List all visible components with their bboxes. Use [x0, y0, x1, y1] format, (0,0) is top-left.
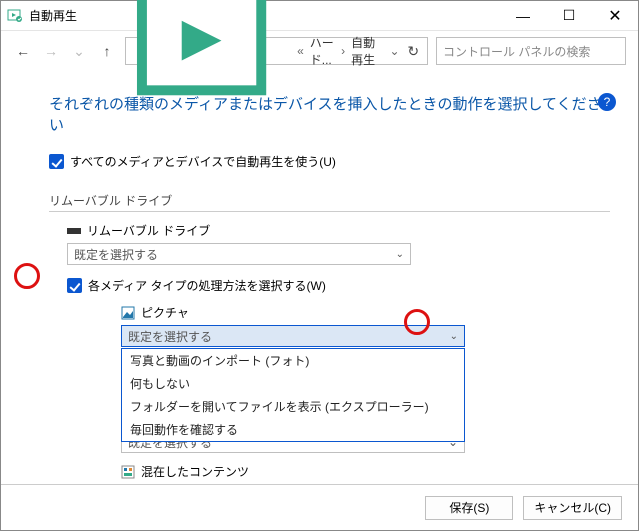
- pictures-dropdown[interactable]: 既定を選択する ⌄: [121, 325, 465, 347]
- checkbox-each-media-label: 各メディア タイプの処理方法を選択する(W): [88, 277, 326, 294]
- page-heading: それぞれの種類のメディアまたはデバイスを挿入したときの動作を選択してください: [49, 93, 610, 135]
- up-button[interactable]: ↑: [97, 43, 117, 59]
- address-bar[interactable]: « ハード... › 自動再生 ⌄ ↻: [125, 37, 428, 65]
- save-button[interactable]: 保存(S): [425, 496, 513, 520]
- dropdown-value: 既定を選択する: [74, 246, 158, 263]
- back-button[interactable]: ←: [13, 43, 33, 59]
- search-input[interactable]: コントロール パネルの検索: [436, 37, 626, 65]
- window-title: 自動再生: [29, 7, 77, 24]
- annotation-circle: [14, 263, 40, 289]
- crumb-hardware[interactable]: ハード...: [310, 34, 335, 68]
- crumb-sep: «: [297, 44, 304, 58]
- section-removable-title: リムーバブル ドライブ: [49, 192, 610, 209]
- checkbox-checkmark-icon: [67, 278, 82, 293]
- checkbox-checkmark-icon: [49, 154, 64, 169]
- minimize-button[interactable]: —: [500, 1, 546, 31]
- refresh-button[interactable]: ↻: [406, 43, 421, 60]
- checkbox-use-all[interactable]: すべてのメディアとデバイスで自動再生を使う(U): [49, 153, 610, 170]
- content-area: ? それぞれの種類のメディアまたはデバイスを挿入したときの動作を選択してください…: [1, 71, 638, 484]
- option-open-folder[interactable]: フォルダーを開いてファイルを表示 (エクスプローラー): [122, 395, 464, 418]
- toolbar: ← → ⌄ ↑ « ハード... › 自動再生 ⌄ ↻ コントロール パネルの検…: [1, 31, 638, 71]
- maximize-button[interactable]: ☐: [546, 1, 592, 31]
- option-do-nothing[interactable]: 何もしない: [122, 372, 464, 395]
- dropdown-value: 既定を選択する: [128, 328, 212, 345]
- picture-icon: [121, 306, 135, 320]
- chevron-down-icon: ⌄: [396, 249, 404, 260]
- mixed-content-icon: [121, 465, 135, 479]
- option-ask-every-time[interactable]: 毎回動作を確認する: [122, 418, 464, 441]
- removable-drive-label: リムーバブル ドライブ: [67, 222, 610, 239]
- crumb-autoplay[interactable]: 自動再生: [351, 34, 377, 68]
- drive-icon: [67, 228, 81, 234]
- crumb-sep: ›: [341, 44, 345, 58]
- autoplay-icon: [7, 8, 23, 24]
- titlebar: 自動再生 — ☐ ✕: [1, 1, 638, 31]
- close-button[interactable]: ✕: [592, 1, 638, 31]
- checkbox-each-media[interactable]: 各メディア タイプの処理方法を選択する(W): [67, 277, 610, 294]
- chevron-down-icon: ⌄: [450, 331, 458, 342]
- forward-button[interactable]: →: [41, 43, 61, 59]
- media-mixed-label: 混在したコンテンツ: [121, 463, 610, 480]
- cancel-button[interactable]: キャンセル(C): [523, 496, 622, 520]
- removable-drive-dropdown[interactable]: 既定を選択する ⌄: [67, 243, 411, 265]
- divider: [49, 211, 610, 212]
- footer: 保存(S) キャンセル(C): [1, 484, 638, 530]
- option-import-photos[interactable]: 写真と動画のインポート (フォト): [122, 349, 464, 372]
- address-chevron[interactable]: ⌄: [390, 44, 400, 58]
- help-icon[interactable]: ?: [598, 93, 616, 111]
- checkbox-use-all-label: すべてのメディアとデバイスで自動再生を使う(U): [70, 153, 336, 170]
- media-pictures-label: ピクチャ: [121, 304, 610, 321]
- pictures-dropdown-list[interactable]: 写真と動画のインポート (フォト) 何もしない フォルダーを開いてファイルを表示…: [121, 348, 465, 442]
- recent-chevron[interactable]: ⌄: [69, 43, 89, 60]
